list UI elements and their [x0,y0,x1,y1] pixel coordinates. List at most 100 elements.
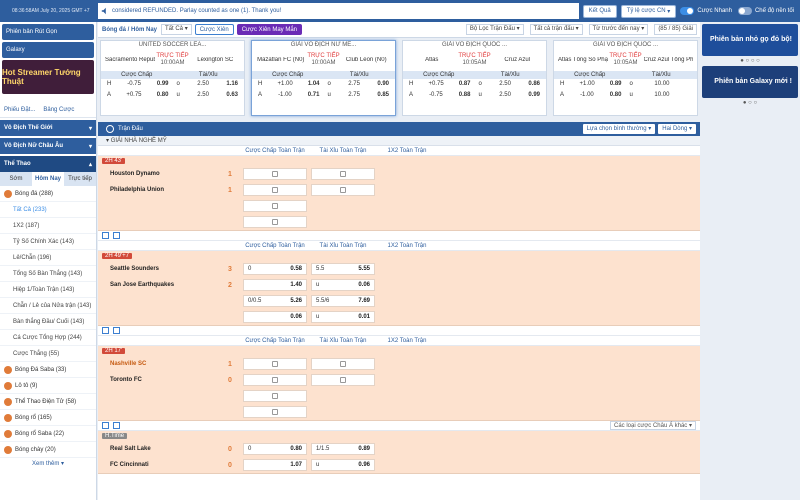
dark-mode-toggle[interactable]: Chế độ nền tối [737,7,794,15]
market-item[interactable]: Cá Cược Tổng Hợp (244) [0,330,96,346]
market-item[interactable]: Bàn thắng Đầu/ Cuối (143) [0,314,96,330]
show-more-link[interactable]: Xem thêm ▾ [0,458,96,470]
odds-cell[interactable]: 1/1.5 0.89 [311,443,375,455]
parlay-button[interactable]: Cược Xiên [194,24,234,35]
col-hdp: Cược Chấp Toàn Trận [245,243,305,249]
selection-mode-button[interactable]: Lựa chọn bình thường ▾ [582,124,656,134]
card-odds[interactable]: H -0.75 0.99 [103,79,173,90]
lock-icon [340,377,346,383]
chart-icon[interactable] [113,232,120,239]
card-odds[interactable]: A +0.75 0.80 [103,90,173,101]
galaxy-button[interactable]: Galaxy [2,42,94,58]
odds-cell[interactable]: 0 0.58 [243,263,307,275]
sport-saba-basketball[interactable]: Bóng rổ Saba (22) [0,426,96,442]
mobile-version-button[interactable]: Phiên bản Rút Gọn [2,24,94,40]
card-odds[interactable]: o 10.00 [626,79,696,90]
league-header[interactable]: ▾ GIẢI NHÀ NGHỀ MỸ [98,136,700,146]
odds-cell[interactable]: 0 0.80 [243,443,307,455]
card-odds[interactable]: A -1.00 0.71 [254,90,324,101]
sidebar: Phiên bản Rút Gọn Galaxy Hot Streamer Tư… [0,22,97,500]
sport-saba-football[interactable]: Bóng Đá Saba (33) [0,362,96,378]
sport-basketball[interactable]: Bóng rổ (165) [0,410,96,426]
card-odds[interactable]: o 2.50 0.86 [475,79,545,90]
odds-cell[interactable]: 1.40 [243,279,307,291]
odds-value: 0.90 [377,81,389,87]
market-item[interactable]: 1X2 (187) [0,218,96,234]
category-label: Vô Địch Thế Giới [4,125,53,131]
lucky-parlay-button[interactable]: Cược Xiên May Mắn [236,24,302,35]
sport-esports[interactable]: Thể Thao Điện Tử (58) [0,394,96,410]
chart-icon[interactable] [113,422,120,429]
odds-cell[interactable]: 1.07 [243,459,307,471]
odds-type-select[interactable]: Tỷ lệ cược CN ▾ [620,4,677,18]
chart-icon[interactable] [113,327,120,334]
tab-bet-slip[interactable]: Phiếu Đặt... [4,107,35,113]
market-item[interactable]: Chẵn / Lẻ của Nửa trận (143) [0,298,96,314]
results-button[interactable]: Kết Quả [582,4,617,18]
category-world-cup[interactable]: Vô Địch Thế Giới ▾ [0,120,96,136]
fast-bet-toggle[interactable]: Cược Nhanh [680,7,732,15]
card-odds[interactable]: A -0.75 0.88 [405,90,475,101]
odds-value: 1.04 [307,81,320,87]
streamer-banner[interactable]: Hot Streamer Tướng Thuật [2,60,94,94]
galaxy-banner[interactable]: Phiên bản Galaxy mới ! [702,66,798,98]
sport-lotto[interactable]: Lô tô (9) [0,378,96,394]
card-odds[interactable]: u 10.00 [626,90,696,101]
stats-icon[interactable] [102,232,109,239]
odds-cell[interactable]: 5.5/6 7.69 [311,295,375,307]
baseball-icon [4,445,12,454]
line-mode-button[interactable]: Hai Dòng ▾ [658,124,696,134]
odds-cell[interactable]: u 0.96 [311,459,375,471]
sort-select[interactable]: Từ trước đến nay ▾ [588,24,649,35]
match-table: Trận Đấu Lựa chọn bình thường ▾ Hai Dòng… [98,122,700,500]
league-count[interactable]: (85 / 85) Giải [654,24,697,35]
odds-cell[interactable]: u 0.06 [311,279,375,291]
esports-icon [4,397,12,406]
card-odds[interactable]: A -1.00 0.80 [556,90,626,101]
market-item[interactable]: Cược Thắng (55) [0,346,96,362]
market-item[interactable]: Tổng Số Bàn Thắng (143) [0,266,96,282]
market-item[interactable]: Lẻ/Chẵn (196) [0,250,96,266]
line-mode-label: Hai Dòng [662,126,688,132]
odds-value: 0.86 [528,81,540,87]
featured-card[interactable]: UNITED SOCCER LEA... Sacramento Republic… [100,40,245,116]
market-item[interactable]: Tỷ Số Chính Xác (143) [0,234,96,250]
card-odds[interactable]: u 2.50 0.99 [475,90,545,101]
more-markets-select[interactable]: Các loại cược Châu Á khác ▾ [609,421,696,430]
card-odds[interactable]: u 2.50 0.63 [173,90,243,101]
tab-live[interactable]: Trực tiếp [64,172,96,186]
odds-cell[interactable]: u 0.01 [311,311,375,323]
match-block: 2H 49'+7 Seattle Sounders 3 0 0.58 5.5 5.55 … [98,251,700,326]
odds-cell[interactable]: 0.06 [243,311,307,323]
category-sports[interactable]: Thể Thao ▴ [0,156,96,172]
card-odds[interactable]: u 2.75 0.85 [324,90,394,101]
market-select[interactable]: Tất Cả ▾ [161,24,192,35]
tab-today[interactable]: Hôm Nay [32,172,64,186]
stats-icon[interactable] [102,422,109,429]
featured-card[interactable]: GIẢI VÔ ĐỊCH QUỐC ... Atlas Tổng Số Phạt… [553,40,698,116]
tab-statement[interactable]: Bảng Cược [43,107,74,113]
sport-football[interactable]: Bóng đá (288) [0,186,96,202]
card-odds[interactable]: H +1.00 0.89 [556,79,626,90]
stats-icon[interactable] [102,327,109,334]
odds-value: 0.80 [609,92,622,98]
market-item[interactable]: Hiệp 1/Toàn Trận (143) [0,282,96,298]
odds-cell[interactable]: 5.5 5.55 [311,263,375,275]
card-odds[interactable]: o 2.75 0.90 [324,79,394,90]
league-filter-select[interactable]: Bộ Lọc Trận Đấu ▾ [465,24,524,35]
featured-card[interactable]: GIẢI VÔ ĐỊCH QUỐC ... Atlas TRỰC TIẾP 10:0… [402,40,547,116]
sport-label: Bóng rổ (165) [15,414,52,421]
card-odds[interactable]: o 2.50 1.16 [173,79,243,90]
mini-version-banner[interactable]: Phiên bản nhỏ gọ đỏ bộ! [702,24,798,56]
carousel-dots[interactable]: ● ○ ○ ○ [700,58,800,64]
market-item[interactable]: Tất Cả (233) [0,202,96,218]
card-odds[interactable]: H +0.75 0.87 [405,79,475,90]
featured-card[interactable]: GIẢI VÔ ĐỊCH NỮ ME... Mazatlan FC (N0) TR… [251,40,396,116]
carousel-dots[interactable]: ● ○ ○ [700,100,800,106]
sport-baseball[interactable]: Bóng chày (20) [0,442,96,458]
match-filter-select[interactable]: Tất cả trận đấu ▾ [529,24,583,35]
tab-early[interactable]: Sớm [0,172,32,186]
card-odds[interactable]: H +1.00 1.04 [254,79,324,90]
category-women-euro[interactable]: Vô Địch Nữ Châu Âu ▾ [0,138,96,154]
odds-cell[interactable]: 0/0.5 5.26 [243,295,307,307]
